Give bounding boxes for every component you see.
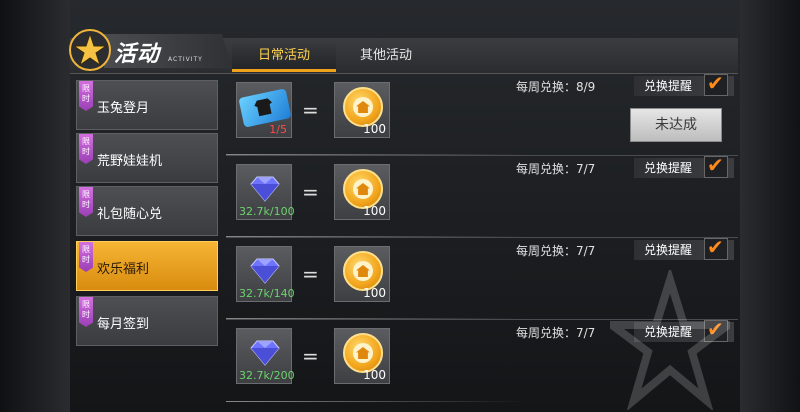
reward-count: 100 — [363, 204, 386, 218]
item-count: 32.7k/140 — [239, 287, 295, 300]
not-achieved-button[interactable]: 未达成 — [630, 108, 722, 142]
coin-icon — [343, 169, 383, 209]
sidebar-item-happy-welfare[interactable]: 限时 欢乐福利 — [76, 241, 218, 291]
background-left-edge — [0, 0, 70, 412]
equals-sign: = — [302, 344, 319, 368]
star-watermark-icon — [610, 270, 730, 410]
ticket-icon — [238, 88, 292, 128]
item-slot[interactable]: 32.7k/140 — [236, 246, 295, 302]
house-icon — [356, 101, 370, 113]
tab-daily-activities[interactable]: 日常活动 — [232, 40, 336, 72]
item-count: 32.7k/200 — [239, 369, 295, 382]
item-slot[interactable]: 32.7k/200 — [236, 328, 295, 384]
page-title: 活动 — [114, 42, 161, 67]
equals-sign: = — [302, 262, 319, 286]
weekly-exchange-text: 每周兑换：7/7 — [516, 326, 596, 340]
item-count: 32.7k/100 — [239, 205, 295, 218]
reward-slot[interactable]: 100 — [334, 82, 390, 138]
limited-time-tag: 限时 — [79, 297, 93, 327]
weekly-exchange-text: 每周兑换：8/9 — [516, 80, 596, 94]
house-icon — [356, 347, 370, 359]
coin-icon — [343, 87, 383, 127]
sidebar-item-label: 礼包随心兑 — [97, 207, 163, 222]
sidebar-item-claw-machine[interactable]: 限时 荒野娃娃机 — [76, 133, 218, 183]
exchange-reminder-checkbox[interactable]: ✔ — [704, 71, 728, 96]
page-subtitle: ACTIVITY — [168, 56, 203, 63]
sidebar-item-label: 欢乐福利 — [97, 262, 150, 277]
item-slot[interactable]: 1/5 — [236, 82, 292, 138]
equals-sign: = — [302, 180, 319, 204]
limited-time-tag: 限时 — [79, 81, 93, 111]
weekly-exchange-text: 每周兑换：7/7 — [516, 162, 596, 176]
diamond-icon — [250, 340, 280, 366]
checkmark-icon: ✔ — [707, 71, 724, 95]
star-logo-icon — [69, 29, 111, 71]
item-count: 1/5 — [269, 123, 287, 136]
sidebar-item-jade-rabbit[interactable]: 限时 玉兔登月 — [76, 80, 218, 130]
diamond-icon — [250, 176, 280, 202]
checkmark-icon: ✔ — [707, 153, 724, 177]
equals-sign: = — [302, 98, 319, 122]
exchange-row: 32.7k/100 = 100 每周兑换：7/7 兑换提醒 ✔ — [226, 153, 738, 238]
sidebar-item-label: 荒野娃娃机 — [97, 154, 163, 169]
sidebar-item-label: 每月签到 — [97, 317, 150, 332]
item-slot[interactable]: 32.7k/100 — [236, 164, 295, 220]
checkmark-icon: ✔ — [707, 235, 724, 259]
sidebar-item-gift-pack[interactable]: 限时 礼包随心兑 — [76, 186, 218, 236]
coin-icon — [343, 251, 383, 291]
background-right-edge — [740, 0, 800, 412]
tab-other-activities[interactable]: 其他活动 — [334, 40, 438, 72]
exchange-reminder-checkbox[interactable]: ✔ — [704, 153, 728, 178]
limited-time-tag: 限时 — [79, 187, 93, 217]
sidebar-item-label: 玉兔登月 — [97, 101, 150, 116]
exchange-reminder-checkbox[interactable]: ✔ — [704, 235, 728, 260]
reward-count: 100 — [363, 368, 386, 382]
limited-time-tag: 限时 — [79, 242, 93, 272]
house-icon — [356, 183, 370, 195]
reward-slot[interactable]: 100 — [334, 164, 390, 220]
weekly-exchange-text: 每周兑换：7/7 — [516, 244, 596, 258]
house-icon — [356, 265, 370, 277]
coin-icon — [343, 333, 383, 373]
reward-count: 100 — [363, 122, 386, 136]
reward-slot[interactable]: 100 — [334, 328, 390, 384]
reward-slot[interactable]: 100 — [334, 246, 390, 302]
diamond-icon — [250, 258, 280, 284]
shirt-icon — [253, 98, 274, 117]
reward-count: 100 — [363, 286, 386, 300]
exchange-row: 1/5 = 100 每周兑换：8/9 兑换提醒 ✔ 未达成 — [226, 71, 738, 156]
sidebar-item-monthly-signin[interactable]: 限时 每月签到 — [76, 296, 218, 346]
limited-time-tag: 限时 — [79, 134, 93, 164]
